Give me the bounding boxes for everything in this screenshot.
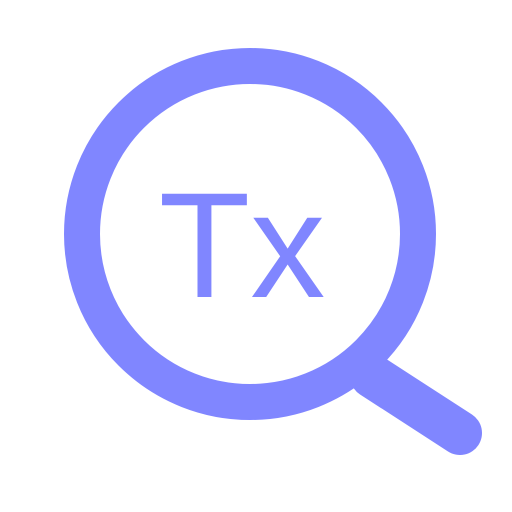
magnifier-handle: [350, 354, 482, 455]
icon-canvas: Tx: [0, 0, 512, 512]
icon-label: Tx: [159, 161, 326, 329]
magnifier-text-icon: Tx: [64, 48, 482, 455]
